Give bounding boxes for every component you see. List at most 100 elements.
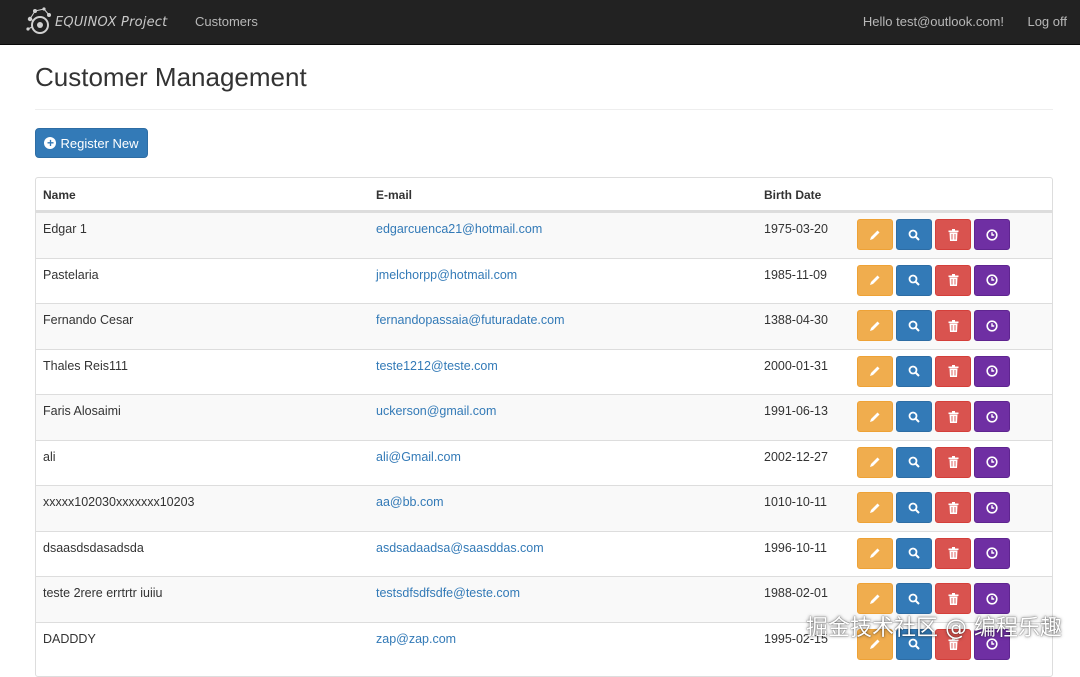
nav-customers-link[interactable]: Customers [195, 14, 258, 29]
view-details-button[interactable] [896, 537, 932, 569]
edit-button[interactable] [857, 264, 893, 296]
customer-birth-date: 1388-04-30 [764, 313, 828, 327]
clock-icon [986, 592, 998, 605]
trash-icon [948, 274, 958, 286]
row-actions [857, 219, 1010, 250]
customer-email-link[interactable]: aa@bb.com [376, 495, 444, 509]
history-button[interactable] [974, 537, 1010, 569]
search-icon [908, 229, 920, 241]
customer-email-link[interactable]: zap@zap.com [376, 632, 456, 646]
pencil-icon [870, 412, 880, 422]
customer-email-link[interactable]: edgarcuenca21@hotmail.com [376, 222, 542, 236]
user-greeting-link[interactable]: Hello test@outlook.com! [863, 14, 1004, 29]
trash-icon [948, 365, 958, 377]
row-actions [857, 264, 1010, 296]
view-details-button[interactable] [896, 219, 932, 250]
customer-birth-date: 1996-10-11 [764, 540, 828, 555]
customer-email-link[interactable]: teste1212@teste.com [376, 359, 498, 373]
equinox-logo-icon [26, 7, 51, 34]
customer-name: Edgar 1 [43, 222, 87, 236]
customer-email-link[interactable]: asdsadaadsa@saasddas.com [376, 541, 544, 555]
history-button[interactable] [974, 401, 1010, 432]
edit-button[interactable] [857, 537, 893, 569]
customer-email-link[interactable]: ali@Gmail.com [376, 450, 461, 464]
delete-button[interactable] [935, 537, 971, 569]
search-icon [908, 502, 920, 514]
pencil-icon [870, 457, 880, 467]
trash-icon [948, 456, 958, 468]
history-button[interactable] [974, 446, 1010, 478]
register-new-button[interactable]: + Register New [35, 128, 148, 158]
customer-name: Fernando Cesar [43, 313, 134, 327]
customer-birth-date: 1010-10-11 [764, 495, 828, 509]
delete-button[interactable] [935, 219, 971, 250]
search-icon [908, 365, 920, 377]
header-email: E-mail [376, 188, 413, 202]
table-row: Edgar 1 edgarcuenca21@hotmail.com 1975-0… [36, 212, 1052, 258]
trash-icon [948, 547, 958, 559]
table-header: Name E-mail Birth Date [36, 178, 1052, 212]
brand-logo[interactable]: EQUINOX Project [24, 4, 167, 40]
customer-name: teste 2rere errtrtr iuiiu [43, 586, 163, 600]
customer-name: xxxxx102030xxxxxxx10203 [43, 495, 195, 509]
trash-icon [948, 319, 958, 332]
logoff-link[interactable]: Log off [1027, 14, 1067, 29]
table-row: ali ali@Gmail.com 2002-12-27 [36, 439, 1052, 486]
clock-icon [986, 274, 998, 286]
pencil-icon [870, 366, 880, 376]
view-details-button[interactable] [896, 264, 932, 296]
delete-button[interactable] [935, 492, 971, 523]
row-actions [857, 446, 1010, 478]
customer-birth-date: 1985-11-09 [764, 267, 828, 282]
clock-icon [986, 365, 998, 377]
row-actions [857, 492, 1010, 523]
edit-button[interactable] [857, 355, 893, 387]
view-details-button[interactable] [896, 401, 932, 432]
brand-text: EQUINOX Project [55, 14, 168, 30]
search-icon [908, 411, 920, 423]
plus-circle-icon: + [44, 137, 57, 149]
edit-button[interactable] [857, 219, 893, 250]
delete-button[interactable] [935, 264, 971, 296]
row-actions [857, 310, 1010, 341]
customer-name: dsaasdsdasadsda [43, 540, 144, 555]
customer-email-link[interactable]: uckerson@gmail.com [376, 404, 496, 418]
delete-button[interactable] [935, 355, 971, 387]
search-icon [908, 320, 920, 332]
customer-name: Pastelaria [43, 267, 99, 282]
customer-email-link[interactable]: testsdfsdfsdfe@teste.com [376, 586, 520, 600]
customer-birth-date: 2002-12-27 [764, 449, 828, 464]
view-details-button[interactable] [896, 355, 932, 387]
view-details-button[interactable] [896, 492, 932, 523]
edit-button[interactable] [857, 310, 893, 341]
table-row: Thales Reis111 teste1212@teste.com 2000-… [36, 348, 1052, 395]
history-button[interactable] [974, 492, 1010, 523]
table-row: dsaasdsdasadsda asdsadaadsa@saasddas.com… [36, 530, 1052, 577]
view-details-button[interactable] [896, 446, 932, 478]
page-title: Customer Management [35, 62, 307, 92]
title-divider [35, 109, 1053, 110]
delete-button[interactable] [935, 401, 971, 432]
delete-button[interactable] [935, 446, 971, 478]
clock-icon [986, 456, 998, 468]
row-actions [857, 355, 1010, 387]
row-actions [857, 537, 1010, 569]
edit-button[interactable] [857, 401, 893, 432]
history-button[interactable] [974, 219, 1010, 250]
view-details-button[interactable] [896, 310, 932, 341]
history-button[interactable] [974, 264, 1010, 296]
history-button[interactable] [974, 355, 1010, 387]
search-icon [908, 547, 920, 559]
edit-button[interactable] [857, 492, 893, 523]
watermark: 掘金技术社区 @ 编程乐趣 [806, 616, 1062, 641]
customer-birth-date: 1988-02-01 [764, 586, 828, 600]
clock-icon [986, 410, 998, 423]
pencil-icon [870, 503, 880, 513]
edit-button[interactable] [857, 446, 893, 478]
history-button[interactable] [974, 310, 1010, 341]
pencil-icon [870, 321, 880, 331]
customer-email-link[interactable]: jmelchorpp@hotmail.com [376, 268, 517, 282]
delete-button[interactable] [935, 310, 971, 341]
search-icon [908, 593, 920, 605]
customer-email-link[interactable]: fernandopassaia@futuradate.com [376, 313, 565, 327]
